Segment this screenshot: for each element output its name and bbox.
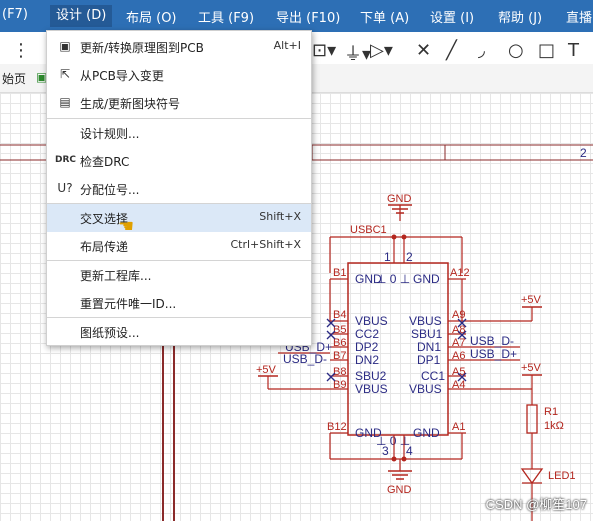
right-pin-id: A1	[452, 421, 465, 433]
gnd-symbol-top	[388, 204, 412, 221]
menu-settings[interactable]: 设置 (I)	[430, 7, 474, 26]
menu-item-layout-transfer[interactable]: 布局传递 Ctrl+Shift+X	[47, 232, 311, 260]
left-pin-id: B1	[333, 267, 346, 279]
net-port-icon[interactable]: ▷▾	[370, 40, 393, 61]
update-pcb-icon: ▣	[59, 39, 71, 53]
menu-item-design-rules[interactable]: 设计规则...	[47, 119, 311, 147]
arc-icon[interactable]: ◞	[478, 40, 485, 61]
left-pin-name: GND	[355, 272, 382, 286]
design-menu-dropdown: ▣ 更新/转换原理图到PCB Alt+I ⇱ 从PCB导入变更 ▤ 生成/更新图…	[46, 30, 312, 346]
menu-export[interactable]: 导出 (F10)	[276, 7, 340, 26]
gnd-symbol-bottom	[388, 459, 412, 480]
right-pin-name: VBUS	[409, 382, 442, 396]
designator-icon: U?	[57, 181, 73, 195]
menu-bar: (F7) 设计 (D) 布局 (O) 工具 (F9) 导出 (F10) 下单 (…	[0, 0, 593, 32]
left-pin-name: GND	[355, 426, 382, 440]
menu-item-cross-select[interactable]: 交叉选择 Shift+X	[47, 204, 311, 232]
pin-num-top-2: 2	[406, 250, 413, 264]
frame-number: 2	[580, 146, 587, 160]
right-pin-name: GND	[413, 426, 440, 440]
watermark: CSDN @柳笙107	[485, 497, 587, 512]
resistor-r1[interactable]	[526, 404, 538, 434]
menu-item-check-drc[interactable]: DRC 检查DRC	[47, 147, 311, 175]
ref-led1: LED1	[548, 470, 576, 482]
right-pin-name: CC1	[421, 369, 445, 383]
block-symbol-icon: ▤	[59, 95, 71, 109]
gnd-label-bottom: GND	[387, 484, 412, 496]
right-pin-name: VBUS	[409, 314, 442, 328]
left-pin-name: VBUS	[355, 382, 388, 396]
text-icon[interactable]: T	[568, 40, 579, 61]
net-usb-dm-right: USB_D-	[470, 334, 514, 348]
gnd-label-top: GND	[387, 193, 412, 205]
vcc-label-left: +5V	[256, 364, 277, 376]
net-label-icon[interactable]: ⊡▾	[312, 40, 336, 61]
left-pin-name: CC2	[355, 327, 379, 341]
menu-layout[interactable]: 布局 (O)	[126, 7, 177, 26]
menu-help[interactable]: 帮助 (J)	[498, 7, 542, 26]
pin-num-bot-4: 4	[406, 444, 413, 458]
net-usb-dp-right: USB_D+	[470, 347, 517, 361]
menu-item-import-from-pcb[interactable]: ⇱ 从PCB导入变更	[47, 61, 311, 89]
menu-live[interactable]: 直播	[566, 7, 592, 26]
left-pin-id: B12	[327, 421, 347, 433]
import-icon: ⇱	[59, 67, 71, 81]
vcc-label-right-mid: +5V	[521, 362, 542, 374]
menu-item-reset-id[interactable]: 重置元件唯一ID...	[47, 289, 311, 317]
right-pin-name: SBU1	[411, 327, 443, 341]
right-pin-id: A12	[450, 267, 470, 279]
menu-file[interactable]: (F7)	[2, 7, 28, 22]
hand-cursor-icon: ☚	[118, 216, 135, 237]
left-pin-names: GND VBUS CC2 DP2 DN2 SBU2 VBUS GND	[355, 272, 388, 440]
menu-item-update-pcb[interactable]: ▣ 更新/转换原理图到PCB Alt+I	[47, 33, 311, 61]
left-pin-name: VBUS	[355, 314, 388, 328]
led1-symbol[interactable]	[520, 468, 544, 485]
menu-design[interactable]: 设计 (D)	[50, 5, 113, 27]
rectangle-icon[interactable]: □	[538, 40, 555, 61]
toolbar-icon[interactable]: ⋮	[12, 40, 30, 61]
left-pin-name: SBU2	[355, 369, 387, 383]
net-usb-dm-left: USB_D-	[283, 352, 327, 366]
vcc-label-right-top: +5V	[521, 294, 542, 306]
menu-tools[interactable]: 工具 (F9)	[198, 7, 254, 26]
left-pin-name: DP2	[355, 340, 379, 354]
right-pin-name: DP1	[417, 353, 441, 367]
right-pin-names: GND VBUS SBU1 DN1 DP1 CC1 VBUS GND	[409, 272, 445, 440]
left-pin-name: DN2	[355, 353, 379, 367]
menu-item-generate-symbol[interactable]: ▤ 生成/更新图块符号	[47, 89, 311, 117]
r1-value: 1kΩ	[544, 420, 564, 432]
tab-start-page[interactable]: 始页	[2, 70, 26, 87]
drc-icon: DRC	[55, 155, 77, 165]
right-pin-name: DN1	[417, 340, 441, 354]
right-pin-ids: A12 A9 A8 A7 A6 A5 A4 A1	[450, 267, 470, 433]
pin-num-top-1: 1	[384, 250, 391, 264]
menu-order[interactable]: 下单 (A)	[360, 7, 409, 26]
pin-num-bot-3: 3	[382, 444, 389, 458]
ground-icon[interactable]: ⏚▾	[344, 40, 371, 66]
circle-icon[interactable]: ○	[508, 40, 524, 61]
menu-item-assign-designator[interactable]: U? 分配位号...	[47, 175, 311, 203]
menu-item-update-library[interactable]: 更新工程库...	[47, 261, 311, 289]
no-connect-icon[interactable]: ✕	[416, 40, 431, 61]
line-icon[interactable]: ╱	[446, 40, 457, 61]
ref-usbc1: USBC1	[350, 224, 387, 236]
right-pin-name: GND	[413, 272, 440, 286]
menu-item-sheet-presets[interactable]: 图纸预设...	[47, 318, 311, 346]
ref-r1: R1	[544, 406, 558, 418]
